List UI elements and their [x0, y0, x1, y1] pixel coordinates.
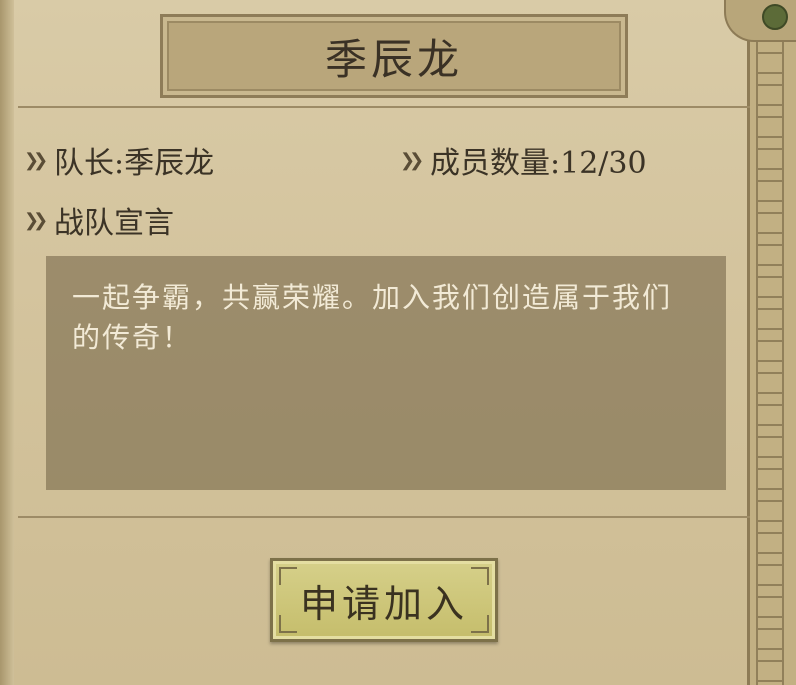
leader-label: 队长:季辰龙 [54, 146, 215, 181]
double-chevron-right-icon: ❯❯ [400, 149, 424, 171]
double-chevron-right-icon: ❯❯ [24, 149, 48, 171]
double-chevron-right-icon: ❯❯ [24, 209, 48, 231]
button-corner-ornament [471, 615, 489, 633]
title-plaque: 季辰龙 [160, 14, 628, 98]
button-corner-ornament [471, 567, 489, 585]
button-corner-ornament [279, 615, 297, 633]
paper-left-edge [0, 0, 14, 685]
join-button-label: 申请加入 [299, 581, 468, 626]
team-name: 季辰龙 [324, 34, 463, 84]
declaration-label: 战队宣言 [54, 206, 174, 241]
join-button[interactable]: 申请加入 [270, 558, 498, 642]
leader-row: ❯❯ 队长:季辰龙 [24, 138, 214, 182]
declaration-row: ❯❯ 战队宣言 [24, 198, 174, 242]
button-corner-ornament [279, 567, 297, 585]
member-count-row: ❯❯ 成员数量:12/30 [400, 138, 647, 182]
declaration-text: 一起争霸，共赢荣耀。加入我们创造属于我们的传奇！ [72, 281, 673, 354]
divider-bottom [18, 516, 750, 518]
decorative-border-right [747, 0, 796, 685]
declaration-box: 一起争霸，共赢荣耀。加入我们创造属于我们的传奇！ [46, 256, 726, 490]
member-count-label: 成员数量:12/30 [430, 146, 647, 181]
divider-top [18, 106, 750, 108]
corner-ornament [724, 0, 796, 42]
